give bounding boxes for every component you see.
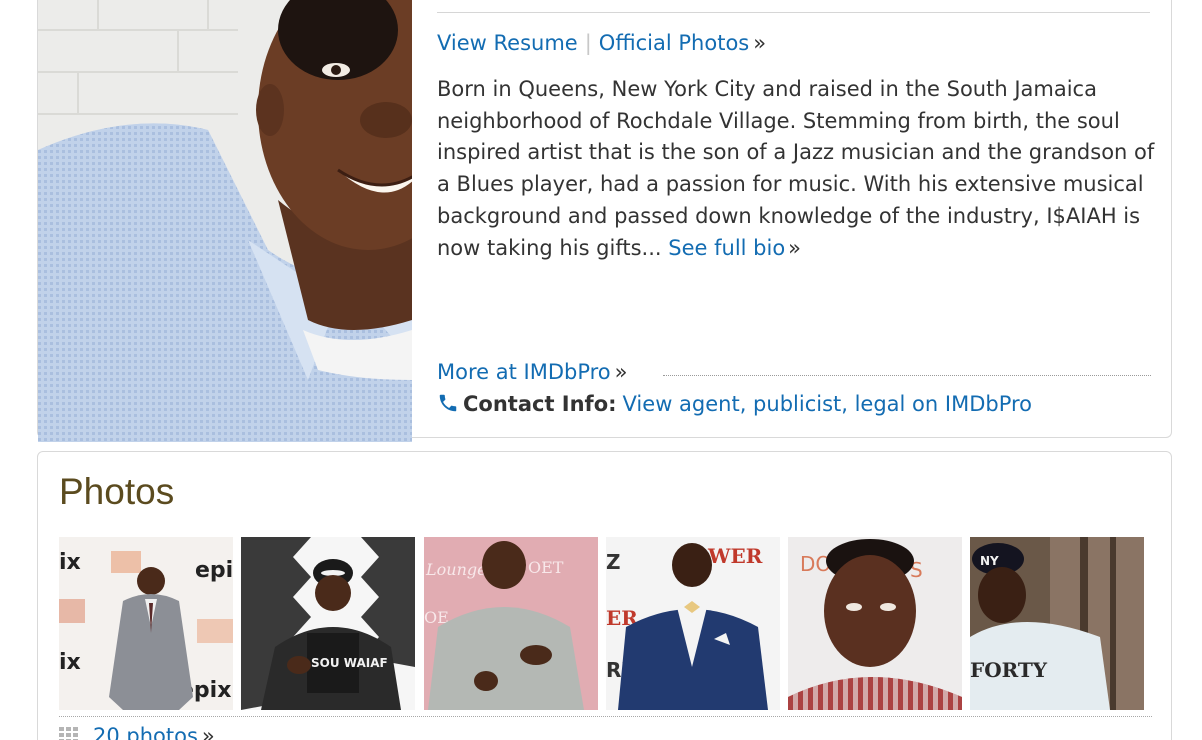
bio-text: Born in Queens, New York City and raised… bbox=[437, 77, 1155, 260]
bio-summary: Born in Queens, New York City and raised… bbox=[437, 74, 1155, 264]
more-at-imdbpro-link[interactable]: More at IMDbPro bbox=[437, 360, 611, 384]
view-resume-link[interactable]: View Resume bbox=[437, 31, 578, 55]
all-photos-link[interactable]: 20 photos bbox=[93, 724, 198, 740]
see-full-bio-link[interactable]: See full bio bbox=[668, 236, 785, 260]
contact-info-link[interactable]: View agent, publicist, legal on IMDbPro bbox=[623, 392, 1033, 416]
backdrop-text: Z bbox=[606, 550, 621, 574]
profile-links-row: View Resume | Official Photos» bbox=[437, 29, 766, 57]
raquo-icon: » bbox=[788, 235, 802, 260]
dotted-divider bbox=[59, 716, 1152, 717]
photo-thumbnail[interactable]: NY FORTY bbox=[970, 537, 1144, 710]
top-divider bbox=[437, 12, 1150, 13]
dotted-divider bbox=[663, 375, 1151, 376]
shirt-text: SOU WAIAF bbox=[311, 656, 388, 670]
photos-count-row: 20 photos» bbox=[59, 722, 215, 740]
shirt-text: FORTY bbox=[970, 658, 1048, 682]
photo-thumbnail[interactable]: ix epi ix epix bbox=[59, 537, 233, 710]
backdrop-text: OET bbox=[528, 558, 564, 577]
backdrop-text: epi bbox=[195, 558, 233, 583]
photo-thumbnail[interactable]: Z WER ER RZ bbox=[606, 537, 780, 710]
official-photos-link[interactable]: Official Photos bbox=[599, 31, 749, 55]
raquo-icon: » bbox=[753, 31, 767, 55]
photo-thumbnail[interactable]: DO S bbox=[788, 537, 962, 710]
backdrop-text: ix bbox=[59, 550, 81, 575]
contact-info-row: Contact Info: View agent, publicist, lega… bbox=[437, 390, 1032, 418]
grid-icon bbox=[59, 727, 78, 740]
raquo-icon: » bbox=[614, 360, 628, 384]
cap-text: NY bbox=[980, 554, 999, 568]
profile-portrait[interactable] bbox=[38, 0, 412, 442]
photos-heading: Photos bbox=[59, 471, 175, 512]
backdrop-text: WER bbox=[707, 544, 763, 568]
phone-icon bbox=[439, 394, 457, 412]
photo-thumbnail[interactable]: Lounge OET OE bbox=[424, 537, 598, 710]
contact-info-label: Contact Info: bbox=[463, 392, 617, 416]
raquo-icon: » bbox=[201, 724, 215, 740]
backdrop-text: Lounge bbox=[425, 560, 487, 579]
backdrop-text: ix bbox=[59, 650, 81, 675]
link-separator: | bbox=[584, 31, 592, 55]
photo-thumbnail[interactable]: SOU WAIAF bbox=[241, 537, 415, 710]
imdbpro-row: More at IMDbPro» bbox=[437, 358, 1151, 388]
